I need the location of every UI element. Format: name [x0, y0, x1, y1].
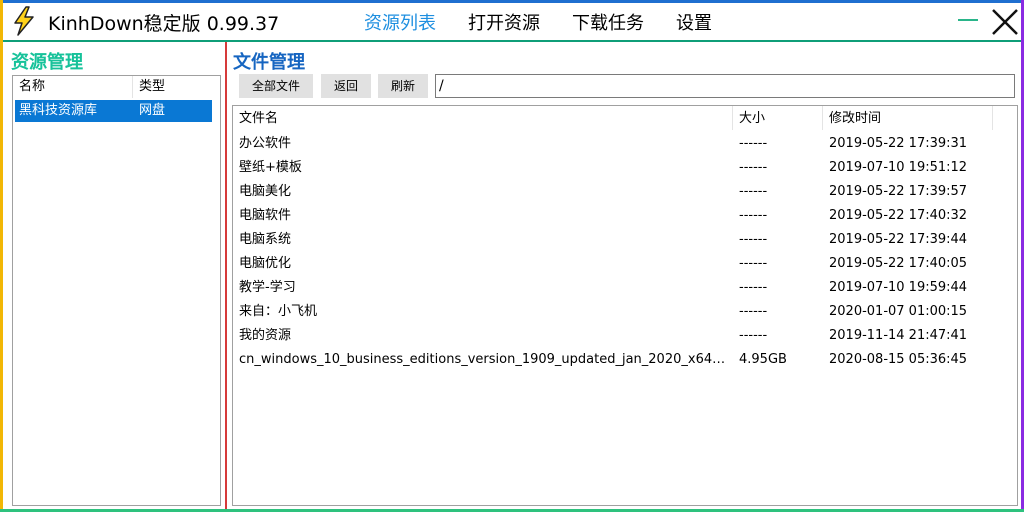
file-time: 2019-07-10 19:59:44: [829, 280, 968, 295]
file-row[interactable]: 办公软件 ------ 2019-05-22 17:39:31: [233, 132, 1015, 156]
file-name: 壁纸+模板: [239, 160, 302, 175]
file-row[interactable]: 电脑系统 ------ 2019-05-22 17:39:44: [233, 228, 1015, 252]
file-col-size[interactable]: 大小: [733, 106, 823, 130]
file-name: 教学-学习: [239, 280, 296, 295]
file-time: 2019-05-22 17:40:32: [829, 208, 968, 223]
file-time: 2019-05-22 17:39:57: [829, 184, 968, 199]
file-name: 电脑软件: [239, 208, 292, 223]
file-time: 2019-11-14 21:47:41: [829, 328, 968, 343]
resource-row-name: 黑科技资源库: [19, 103, 98, 118]
file-time: 2019-05-22 17:39:31: [829, 136, 968, 151]
resource-row[interactable]: 黑科技资源库 网盘: [15, 100, 212, 122]
file-size: 4.95GB: [739, 352, 787, 367]
close-icon[interactable]: [990, 7, 1020, 37]
file-row[interactable]: 电脑美化 ------ 2019-05-22 17:39:57: [233, 180, 1015, 204]
file-time: 2020-08-15 05:36:45: [829, 352, 968, 367]
file-name: 我的资源: [239, 328, 292, 343]
file-time: 2019-07-10 19:51:12: [829, 160, 968, 175]
file-name: 电脑系统: [239, 232, 292, 247]
file-row[interactable]: 来自：小飞机 ------ 2020-01-07 01:00:15: [233, 300, 1015, 324]
file-size: ------: [739, 232, 768, 247]
nav-download-tasks[interactable]: 下载任务: [572, 9, 644, 35]
nav-open-resource[interactable]: 打开资源: [468, 9, 540, 35]
file-panel-title: 文件管理: [233, 52, 305, 73]
file-size: ------: [739, 256, 768, 271]
lightning-logo-icon: [10, 6, 38, 36]
resource-row-type: 网盘: [139, 103, 166, 118]
file-size: ------: [739, 280, 768, 295]
file-col-name[interactable]: 文件名: [233, 106, 733, 130]
file-name: 来自：小飞机: [239, 304, 318, 319]
nav-settings[interactable]: 设置: [676, 9, 712, 35]
file-name: 电脑美化: [239, 184, 292, 199]
back-button[interactable]: 返回: [321, 74, 371, 98]
window-border-left: [0, 0, 3, 512]
file-size: ------: [739, 208, 768, 223]
file-time: 2019-05-22 17:39:44: [829, 232, 968, 247]
resource-panel-title: 资源管理: [11, 52, 83, 73]
file-row[interactable]: 壁纸+模板 ------ 2019-07-10 19:51:12: [233, 156, 1015, 180]
window-border-top: [0, 0, 1024, 3]
path-input[interactable]: /: [435, 74, 1015, 98]
resource-col-type[interactable]: 类型: [133, 76, 220, 98]
file-time: 2019-05-22 17:40:05: [829, 256, 968, 271]
file-name: cn_windows_10_business_editions_version_…: [239, 352, 729, 367]
file-name: 电脑优化: [239, 256, 292, 271]
file-size: ------: [739, 136, 768, 151]
file-row[interactable]: 我的资源 ------ 2019-11-14 21:47:41: [233, 324, 1015, 348]
panel-divider: [225, 42, 227, 509]
file-time: 2020-01-07 01:00:15: [829, 304, 968, 319]
file-size: ------: [739, 328, 768, 343]
file-row[interactable]: cn_windows_10_business_editions_version_…: [233, 348, 1015, 372]
resource-col-name[interactable]: 名称: [13, 76, 133, 98]
minimize-icon[interactable]: [956, 8, 980, 32]
file-name: 办公软件: [239, 136, 292, 151]
titlebar-divider: [3, 40, 1021, 42]
file-row[interactable]: 电脑优化 ------ 2019-05-22 17:40:05: [233, 252, 1015, 276]
file-size: ------: [739, 184, 768, 199]
resource-list: 名称 类型 黑科技资源库 网盘: [12, 75, 221, 506]
all-files-button[interactable]: 全部文件: [239, 74, 313, 98]
file-row[interactable]: 电脑软件 ------ 2019-05-22 17:40:32: [233, 204, 1015, 228]
file-size: ------: [739, 160, 768, 175]
nav-resource-list[interactable]: 资源列表: [364, 9, 436, 35]
refresh-button[interactable]: 刷新: [378, 74, 428, 98]
file-table: 文件名 大小 修改时间 办公软件 ------ 2019-05-22 17:39…: [232, 105, 1018, 506]
file-row[interactable]: 教学-学习 ------ 2019-07-10 19:59:44: [233, 276, 1015, 300]
file-col-time[interactable]: 修改时间: [823, 106, 993, 130]
app-title: KinhDown稳定版 0.99.37: [48, 13, 280, 35]
file-size: ------: [739, 304, 768, 319]
